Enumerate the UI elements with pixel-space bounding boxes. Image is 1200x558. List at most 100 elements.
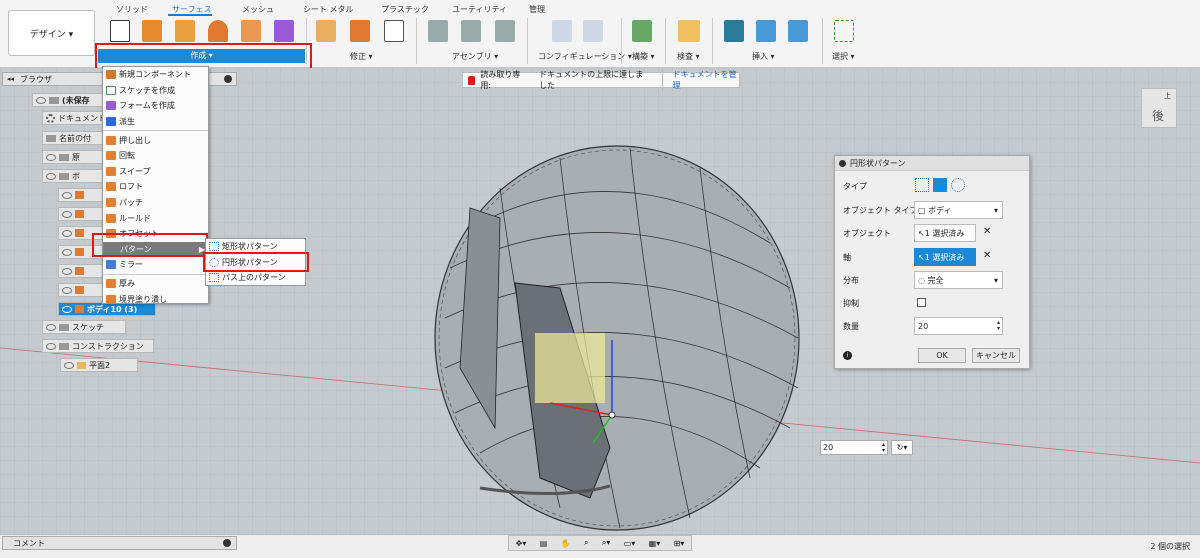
extrude-icon[interactable]: [142, 20, 162, 42]
menu-derive[interactable]: 派生: [103, 114, 208, 130]
visibility-eye-icon[interactable]: [62, 267, 72, 275]
visibility-eye-icon[interactable]: [62, 305, 72, 313]
viewcube-top-label[interactable]: 上: [1164, 91, 1171, 101]
select-icon[interactable]: [834, 20, 854, 42]
insert-derive-icon[interactable]: [724, 20, 744, 42]
objects-selection[interactable]: ↖ 1 選択済み: [914, 224, 976, 242]
component-icon[interactable]: [461, 20, 481, 42]
collapse-browser-icon[interactable]: ◂◂: [7, 75, 14, 83]
look-at-icon[interactable]: ▤: [540, 539, 548, 548]
form-icon[interactable]: [274, 20, 294, 42]
offset-icon[interactable]: [241, 20, 261, 42]
group-configuration[interactable]: コンフィギュレーション ▾: [538, 51, 632, 62]
menu-extrude[interactable]: 押し出し: [103, 132, 208, 148]
tab-mesh[interactable]: メッシュ: [242, 4, 274, 15]
create-sketch-icon[interactable]: [110, 20, 130, 42]
visibility-eye-icon[interactable]: [62, 210, 72, 218]
visibility-eye-icon[interactable]: [46, 323, 56, 331]
pattern-features-icon[interactable]: [951, 178, 965, 192]
info-icon[interactable]: i: [843, 351, 852, 360]
orbit-icon[interactable]: ✥▾: [516, 539, 527, 548]
visibility-eye-icon[interactable]: [46, 172, 56, 180]
measure-icon[interactable]: [678, 20, 700, 42]
visibility-eye-icon[interactable]: [62, 286, 72, 294]
insert-image-icon[interactable]: [756, 20, 776, 42]
fit-icon[interactable]: ⌕▾: [602, 538, 611, 548]
manage-documents-link[interactable]: ドキュメントを管理: [661, 69, 739, 91]
zoom-icon[interactable]: ⌕: [584, 538, 588, 548]
viewports-icon[interactable]: ⊞▾: [674, 539, 685, 548]
distribution-select[interactable]: ◌ 完全 ▾: [914, 271, 1003, 289]
configuration-table-icon[interactable]: [583, 20, 603, 42]
visibility-eye-icon[interactable]: [46, 342, 56, 350]
tree-item-sketches[interactable]: スケッチ: [42, 320, 126, 334]
menu-create-sketch[interactable]: スケッチを作成: [103, 83, 208, 99]
stepper-arrows-icon[interactable]: ▴ ▾: [997, 320, 1000, 332]
visibility-eye-icon[interactable]: [62, 191, 72, 199]
rotation-direction-dropdown[interactable]: ↻▾: [891, 440, 913, 455]
tree-item-plane2[interactable]: 平面2: [60, 358, 138, 372]
tab-solid[interactable]: ソリッド: [116, 4, 148, 15]
pan-hand-icon[interactable]: ✋: [561, 539, 571, 548]
patch-icon[interactable]: [175, 20, 195, 42]
ok-button[interactable]: OK: [918, 348, 966, 363]
add-comment-icon[interactable]: [223, 539, 231, 547]
tab-plastic[interactable]: プラスチック: [381, 4, 429, 15]
visibility-eye-icon[interactable]: [46, 153, 56, 161]
dialog-header[interactable]: 円形状パターン: [835, 156, 1029, 171]
menu-pattern-on-path[interactable]: パス上のパターン: [206, 270, 305, 286]
pattern-bodies-icon[interactable]: [933, 178, 947, 192]
group-insert[interactable]: 挿入 ▾: [752, 51, 775, 62]
display-settings-icon[interactable]: ▭▾: [624, 539, 636, 548]
canvas-quantity-stepper[interactable]: 20 ▴ ▾: [820, 440, 888, 455]
axis-selection[interactable]: ↖ 1 選択済み: [914, 248, 976, 266]
delete-face-icon[interactable]: [350, 20, 370, 42]
insert-mesh-icon[interactable]: [788, 20, 808, 42]
construct-plane-icon[interactable]: [632, 20, 652, 42]
menu-new-component[interactable]: 新規コンポーネント: [103, 67, 208, 83]
tab-sheet-metal[interactable]: シート メタル: [303, 4, 354, 15]
revolve-icon[interactable]: [208, 20, 228, 42]
menu-thicken[interactable]: 厚み: [103, 276, 208, 292]
trim-icon[interactable]: [316, 20, 336, 42]
sphere-model[interactable]: [434, 145, 800, 531]
menu-create-form[interactable]: フォームを作成: [103, 98, 208, 114]
object-type-select[interactable]: ▢ ボディ ▾: [914, 201, 1003, 219]
clear-axis-icon[interactable]: ✕: [983, 250, 991, 261]
quantity-stepper[interactable]: 20 ▴ ▾: [914, 317, 1003, 335]
group-inspect[interactable]: 検査 ▾: [677, 51, 700, 62]
configuration-icon[interactable]: [552, 20, 572, 42]
menu-boundary-fill[interactable]: 境界塗り潰し: [103, 291, 208, 307]
clear-objects-icon[interactable]: ✕: [983, 226, 991, 237]
menu-sweep[interactable]: スイープ: [103, 164, 208, 180]
comment-panel[interactable]: コメント: [2, 536, 237, 550]
menu-mirror[interactable]: ミラー: [103, 257, 208, 273]
group-assemble[interactable]: アセンブリ ▾: [452, 51, 498, 62]
split-scissors-icon[interactable]: [384, 20, 404, 42]
suppress-checkbox[interactable]: [917, 298, 926, 307]
menu-patch[interactable]: パッチ: [103, 195, 208, 211]
grid-settings-icon[interactable]: ▦▾: [649, 539, 661, 548]
browser-pin-icon[interactable]: [224, 75, 232, 83]
menu-loft[interactable]: ロフト: [103, 179, 208, 195]
group-select[interactable]: 選択 ▾: [832, 51, 855, 62]
menu-revolve[interactable]: 回転: [103, 148, 208, 164]
menu-ruled[interactable]: ルールド: [103, 210, 208, 226]
group-construct[interactable]: 構築 ▾: [632, 51, 655, 62]
tab-manage[interactable]: 管理: [529, 4, 545, 15]
collapse-dialog-icon[interactable]: [839, 159, 846, 167]
workspace-switcher[interactable]: デザイン ▾: [8, 10, 95, 56]
cancel-button[interactable]: キャンセル: [972, 348, 1020, 363]
stepper-arrows-icon[interactable]: ▴ ▾: [882, 441, 885, 454]
tree-item-construction[interactable]: コンストラクション: [42, 339, 154, 353]
visibility-eye-icon[interactable]: [36, 96, 46, 104]
motion-icon[interactable]: [495, 20, 515, 42]
pattern-faces-icon[interactable]: [915, 178, 929, 192]
visibility-eye-icon[interactable]: [64, 361, 74, 369]
visibility-eye-icon[interactable]: [62, 248, 72, 256]
group-modify[interactable]: 修正 ▾: [350, 51, 373, 62]
viewcube[interactable]: 上 後: [1141, 88, 1177, 128]
viewcube-back-face[interactable]: 後: [1152, 107, 1164, 124]
tab-utility[interactable]: ユーティリティ: [452, 4, 507, 15]
joint-icon[interactable]: [428, 20, 448, 42]
